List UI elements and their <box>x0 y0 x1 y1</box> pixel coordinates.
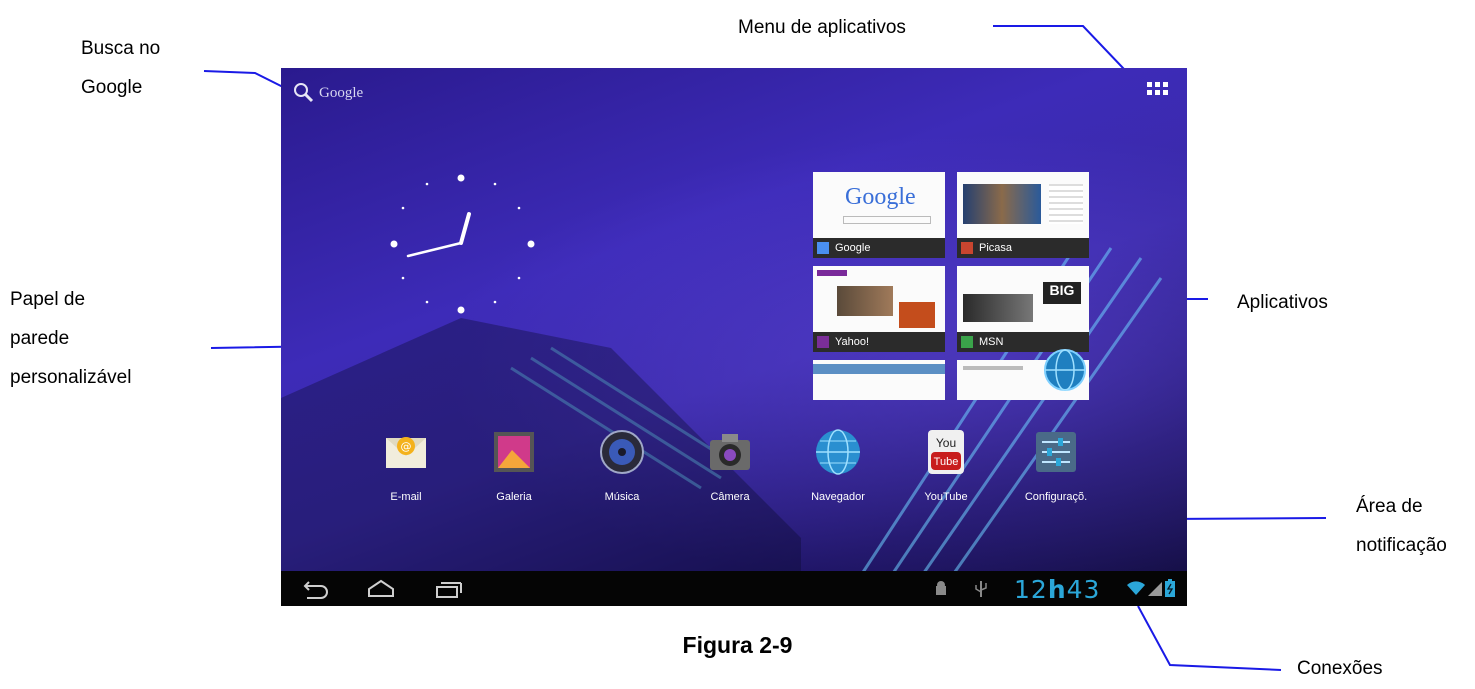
email-icon: @ <box>386 437 426 468</box>
gallery-icon <box>494 432 534 472</box>
bookmark-tile-google[interactable]: Google Google <box>813 172 945 258</box>
app-gallery[interactable]: Galeria <box>469 428 559 503</box>
recent-apps-icon[interactable] <box>433 579 463 599</box>
music-icon <box>600 430 644 474</box>
wifi-icon[interactable] <box>1126 579 1146 597</box>
settings-icon <box>1036 432 1076 472</box>
app-label: Galeria <box>496 491 532 503</box>
app-label: E-mail <box>390 491 422 503</box>
app-drawer-grid-icon[interactable] <box>1147 82 1169 98</box>
browser-icon <box>816 429 860 475</box>
callout-menu-aplicativos: Menu de aplicativos <box>738 17 906 38</box>
battery-icon[interactable] <box>1165 579 1175 597</box>
tile-label: Google <box>835 242 871 254</box>
google-search-bar[interactable]: Google <box>293 82 363 104</box>
home-icon[interactable] <box>366 579 396 599</box>
tablet-home-screen: Google Google Google Picasa Yahoo! BIG M… <box>281 68 1187 606</box>
bookmark-tile-yahoo[interactable]: Yahoo! <box>813 266 945 352</box>
tile-label: Picasa <box>979 242 1013 254</box>
msn-favicon <box>961 336 973 348</box>
app-camera[interactable]: Câmera <box>685 428 775 503</box>
bookmarks-widget[interactable]: Google Google Picasa Yahoo! BIG MSN <box>813 172 1091 400</box>
app-settings[interactable]: Configuraçõ. <box>1011 428 1101 503</box>
back-icon[interactable] <box>299 579 329 599</box>
svg-text:@: @ <box>401 440 412 453</box>
bookmark-tile-picasa[interactable]: Picasa <box>957 172 1089 258</box>
clock-hours: 12 <box>1014 575 1048 604</box>
camera-icon <box>710 434 750 470</box>
figure-caption: Figura 2-9 <box>682 632 793 658</box>
app-dock: @ E-mail Galeria Música Câmera Navegador… <box>361 428 1101 504</box>
tile-label: MSN <box>979 336 1004 348</box>
picasa-favicon <box>961 242 973 254</box>
globe-icon <box>1044 349 1086 391</box>
callout-busca-google: Busca no Google <box>81 38 161 98</box>
search-icon <box>294 83 314 103</box>
signal-strength-icon[interactable] <box>1147 579 1163 597</box>
app-label: YouTube <box>924 491 968 503</box>
clock-separator: h <box>1047 575 1067 604</box>
bookmark-tile-twitter[interactable] <box>813 360 945 400</box>
app-browser[interactable]: Navegador <box>793 428 883 503</box>
youtube-badge-you: You <box>936 436 956 450</box>
yahoo-favicon <box>817 336 829 348</box>
youtube-icon: You Tube <box>928 430 964 474</box>
app-label: Câmera <box>710 491 750 503</box>
system-navigation-bar: 12h43 <box>281 571 1187 606</box>
app-label: Música <box>604 491 640 503</box>
search-label: Google <box>319 84 364 101</box>
android-debug-icon[interactable] <box>931 579 951 599</box>
app-email[interactable]: @ E-mail <box>361 428 451 503</box>
callout-papel-de-parede: Papel de parede personalizável <box>10 289 132 388</box>
app-youtube[interactable]: You Tube YouTube <box>901 428 991 503</box>
google-favicon <box>817 242 829 254</box>
youtube-badge-tube: Tube <box>934 456 959 468</box>
status-clock[interactable]: 12h43 <box>1014 575 1100 604</box>
google-logo-text: Google <box>845 184 916 210</box>
bookmark-tile-msn[interactable]: BIG MSN <box>957 266 1089 352</box>
analog-clock-widget[interactable] <box>381 168 541 328</box>
app-label: Configuraçõ. <box>1024 491 1088 503</box>
callout-area-notificacao: Área de notificação <box>1356 496 1447 556</box>
app-label: Navegador <box>811 491 865 503</box>
usb-icon[interactable] <box>973 579 989 599</box>
clock-minutes: 43 <box>1066 575 1101 604</box>
app-music[interactable]: Música <box>577 428 667 503</box>
tile-label: Yahoo! <box>835 336 870 348</box>
callout-aplicativos: Aplicativos <box>1237 292 1328 313</box>
